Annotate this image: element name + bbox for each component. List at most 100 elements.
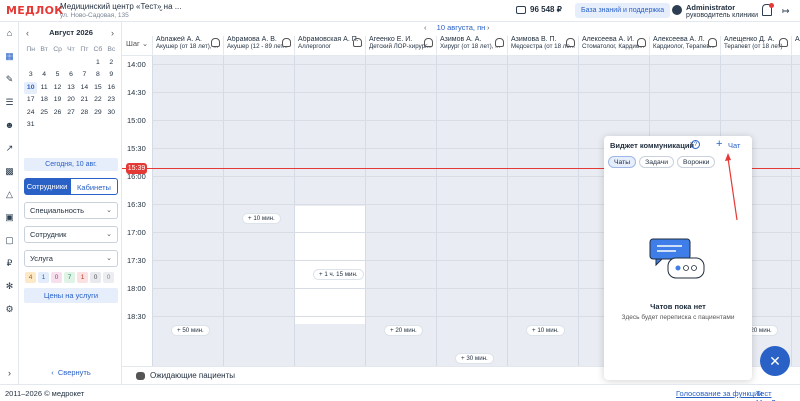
calendar-day[interactable]: 7	[78, 69, 91, 82]
chart-icon[interactable]: ↗	[4, 143, 15, 154]
balance[interactable]: 96 548 ₽	[516, 5, 562, 14]
calendar-day[interactable]: 5	[51, 69, 64, 82]
doctor-column-header[interactable]: Агеенко Е. И. Детский ЛОР-хирург...	[365, 36, 436, 56]
free-slot[interactable]	[295, 300, 365, 324]
expand-icon[interactable]: ›	[4, 368, 15, 379]
calendar-day[interactable]: 17	[24, 94, 37, 107]
chevron-down-icon[interactable]: ⌄	[158, 5, 164, 13]
users-icon[interactable]: ☻	[4, 120, 15, 131]
collapse-button[interactable]: ‹ Свернуть	[20, 368, 122, 377]
doctor-column-header[interactable]: Алещенко Д. А. Терапевт (от 18 лет)	[720, 36, 791, 56]
free-duration-chip[interactable]: + 30 мин.	[456, 354, 493, 363]
free-duration-chip[interactable]: + 10 мин.	[527, 326, 564, 335]
doctor-column-header[interactable]: Абрамова А. В. Акушер (12 - 89 лет...	[223, 36, 294, 56]
doctor-column[interactable]	[791, 56, 800, 370]
tooth-icon[interactable]	[424, 38, 433, 47]
chat-fab-icon[interactable]: ✕	[760, 346, 790, 376]
doctor-column-header[interactable]: Алексеева А. Л. Кардиолог, Терапев...	[649, 36, 720, 56]
tab-funnels[interactable]: Воронки	[677, 156, 716, 168]
free-duration-chip[interactable]: + 1 ч. 15 мин.	[314, 270, 363, 279]
wallet-icon[interactable]: ▩	[4, 166, 15, 177]
new-chat-button[interactable]: Чат	[728, 141, 740, 150]
calendar-day[interactable]: 11	[37, 82, 50, 95]
prices-button[interactable]: Цены на услуги	[24, 288, 118, 303]
plus-icon[interactable]: +	[716, 138, 722, 150]
doctor-column-header[interactable]: Азимова В. П. Медсестра (от 18 ле...	[507, 36, 578, 56]
calendar-day[interactable]: 14	[78, 82, 91, 95]
calendar-day[interactable]: 22	[91, 94, 104, 107]
calendar-day[interactable]: 25	[37, 107, 50, 120]
status-badge[interactable]: 0	[51, 272, 62, 283]
flask-icon[interactable]: △	[4, 189, 15, 200]
calendar-day[interactable]: 3	[24, 69, 37, 82]
puzzle-icon[interactable]: ✻	[4, 281, 15, 292]
doctor-column[interactable]	[507, 56, 578, 370]
tooth-icon[interactable]	[353, 38, 362, 47]
calendar-day[interactable]: 8	[91, 69, 104, 82]
calendar-day[interactable]: 23	[105, 94, 118, 107]
employee-select[interactable]: Сотрудник ⌄	[24, 226, 118, 243]
calendar-day[interactable]: 6	[64, 69, 77, 82]
calendar-day[interactable]: 4	[37, 69, 50, 82]
doctor-column[interactable]	[152, 56, 223, 370]
doctor-column-header[interactable]: Аблажей А. А. Акушер (от 18 лет), ...	[152, 36, 223, 56]
home-icon[interactable]: ⌂	[4, 28, 15, 39]
tooth-icon[interactable]	[495, 38, 504, 47]
tab-chats[interactable]: Чаты	[608, 156, 637, 168]
status-badge[interactable]: 1	[77, 272, 88, 283]
calendar-day[interactable]: 16	[105, 82, 118, 95]
box-icon[interactable]: ▢	[4, 235, 15, 246]
calendar-day[interactable]: 15	[91, 82, 104, 95]
status-badge[interactable]: 1	[38, 272, 49, 283]
free-duration-chip[interactable]: + 50 мин.	[172, 326, 209, 335]
pen-icon[interactable]: ✎	[4, 74, 15, 85]
doctor-column[interactable]	[365, 56, 436, 370]
doctor-column[interactable]	[436, 56, 507, 370]
calendar-day[interactable]: 1	[91, 57, 104, 70]
logout-icon[interactable]: ↦	[782, 6, 790, 17]
calendar-day[interactable]: 13	[64, 82, 77, 95]
tab-staff[interactable]: Сотрудники	[24, 178, 70, 195]
tooth-icon[interactable]	[211, 38, 220, 47]
tooth-icon[interactable]	[637, 38, 646, 47]
service-select[interactable]: Услуга ⌄	[24, 250, 118, 267]
calendar-day[interactable]: 27	[64, 107, 77, 120]
calendar-day[interactable]: 31	[24, 119, 37, 132]
calendar-day[interactable]: 21	[78, 94, 91, 107]
help-icon[interactable]: ?	[691, 140, 700, 149]
specialty-select[interactable]: Специальность ⌄	[24, 202, 118, 219]
prev-day-icon[interactable]: ‹	[424, 22, 427, 34]
tooth-icon[interactable]	[779, 38, 788, 47]
calendar-day[interactable]: 29	[91, 107, 104, 120]
doctor-column-header[interactable]: Азимов А. А. Хирург (от 18 лет), ...	[436, 36, 507, 56]
doctor-column[interactable]	[223, 56, 294, 370]
calendar-day[interactable]: 9	[105, 69, 118, 82]
calendar-day[interactable]: 10	[24, 81, 38, 94]
logo[interactable]: МЕДЛОК	[6, 4, 64, 17]
tooth-icon[interactable]	[282, 38, 291, 47]
schedule-date[interactable]: 10 августа, пн	[437, 23, 486, 32]
status-badge[interactable]: 4	[25, 272, 36, 283]
today-button[interactable]: Сегодня, 10 авг.	[24, 158, 118, 171]
step-select[interactable]: Шаг ⌄	[126, 39, 148, 48]
tooth-icon[interactable]	[566, 38, 575, 47]
list-icon[interactable]: ☰	[4, 97, 15, 108]
tab-rooms[interactable]: Кабинеты	[70, 178, 118, 195]
calendar-day[interactable]: 30	[105, 107, 118, 120]
test-link[interactable]: Тест МедЛок	[756, 389, 800, 401]
calendar-day[interactable]: 12	[51, 82, 64, 95]
doctor-column-header[interactable]: Алексеева А. И. Стоматолог, Кардио...	[578, 36, 649, 56]
next-month-icon[interactable]: ›	[111, 28, 114, 38]
tab-tasks[interactable]: Задачи	[639, 156, 674, 168]
calendar-day[interactable]: 28	[78, 107, 91, 120]
gear-icon[interactable]: ⚙	[4, 304, 15, 315]
knowledge-base-button[interactable]: База знаний и поддержка	[575, 3, 671, 18]
status-badge[interactable]: 7	[64, 272, 75, 283]
calendar-day[interactable]: 19	[51, 94, 64, 107]
tooth-icon[interactable]	[708, 38, 717, 47]
free-duration-chip[interactable]: + 20 мин.	[385, 326, 422, 335]
free-duration-chip[interactable]: + 10 мин.	[243, 214, 280, 223]
bed-icon[interactable]: ▣	[4, 212, 15, 223]
free-slot[interactable]	[295, 206, 365, 300]
calendar-icon[interactable]: ▦	[4, 51, 15, 62]
